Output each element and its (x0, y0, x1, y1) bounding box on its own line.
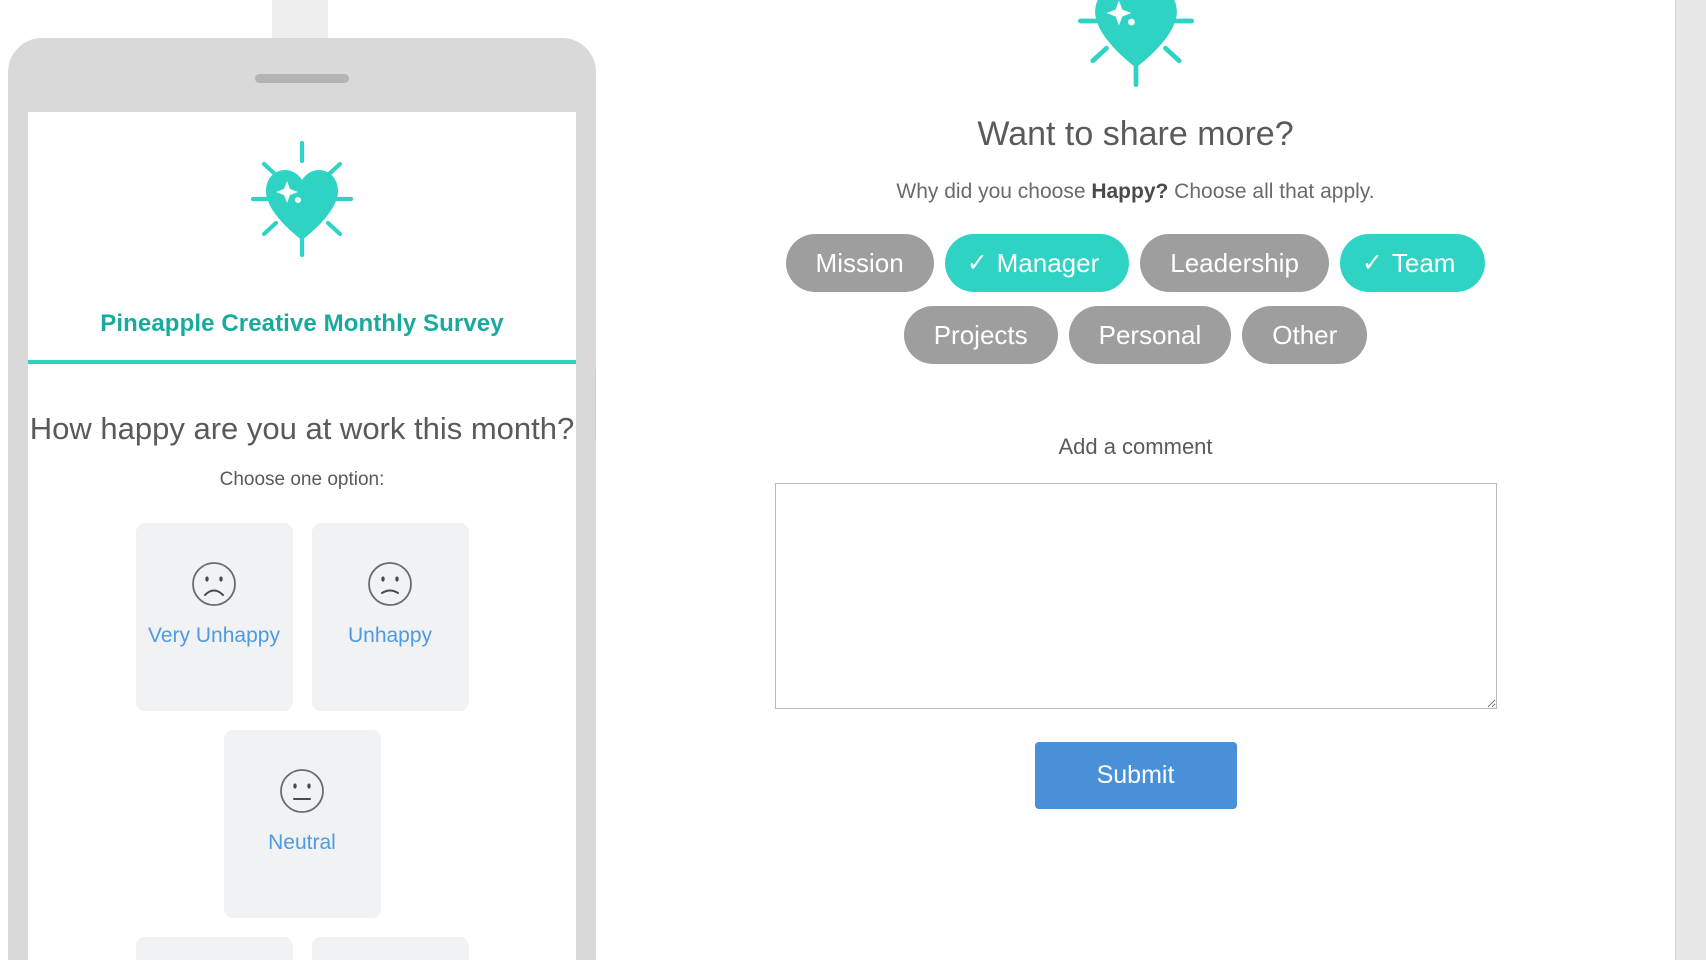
reason-pill-label: Projects (933, 319, 1028, 350)
reason-pill-row-2: Projects Personal Other (903, 306, 1368, 364)
reason-pill-projects[interactable]: Projects (903, 306, 1058, 364)
reason-pill-leadership[interactable]: Leadership (1140, 234, 1329, 292)
phone-speaker-icon (255, 74, 349, 83)
phone-mockup: Pineapple Creative Monthly Survey How ha… (8, 38, 601, 960)
reason-pill-label: Personal (1098, 319, 1202, 350)
survey-question: How happy are you at work this month? (29, 411, 575, 446)
mood-option-unhappy[interactable]: Unhappy (311, 522, 469, 711)
reason-pill-personal[interactable]: Personal (1068, 306, 1232, 364)
comment-label: Add a comment (1058, 434, 1213, 459)
panel-sub-after: Choose all that apply. (1168, 180, 1375, 203)
reason-pill-label: Leadership (1170, 247, 1299, 278)
screen-root: Pineapple Creative Monthly Survey How ha… (0, 0, 1706, 960)
mood-option-neutral[interactable]: Neutral (223, 729, 381, 918)
reason-pill-team[interactable]: ✓ Team (1339, 234, 1486, 292)
reason-pill-label: Mission (815, 247, 904, 278)
reason-pill-label: Other (1272, 319, 1338, 350)
panel-subheading: Why did you choose Happy? Choose all tha… (896, 180, 1374, 204)
sparkling-heart-icon (250, 140, 354, 258)
comment-input[interactable] (774, 483, 1497, 709)
mood-option-happy[interactable]: Happy (135, 936, 293, 960)
phone-screen: Pineapple Creative Monthly Survey How ha… (28, 112, 576, 960)
unhappy-face-icon (368, 561, 412, 606)
phone-logo-wrap (28, 140, 576, 258)
page-scrollbar[interactable] (1675, 0, 1706, 960)
mood-option-very-happy[interactable]: Very Happy (311, 936, 469, 960)
reason-pill-manager[interactable]: ✓ Manager (944, 234, 1130, 292)
mood-option-row-2: Happy Very Happy (28, 936, 576, 960)
panel-sub-before: Why did you choose (896, 180, 1092, 203)
share-more-panel: Want to share more? Why did you choose H… (596, 0, 1675, 960)
panel-heading: Want to share more? (977, 115, 1294, 153)
survey-question-hint: Choose one option: (219, 468, 385, 490)
reason-pill-row-1: Mission ✓ Manager Leadership ✓ Team (785, 234, 1486, 292)
reason-pill-mission[interactable]: Mission (785, 234, 934, 292)
neutral-face-icon (280, 768, 324, 813)
reason-pill-other[interactable]: Other (1242, 306, 1368, 364)
very-unhappy-face-icon (192, 561, 236, 606)
check-icon: ✓ (1361, 248, 1383, 277)
reason-pill-label: Team (1391, 247, 1456, 278)
mood-option-very-unhappy[interactable]: Very Unhappy (135, 522, 293, 711)
check-icon: ✓ (966, 248, 988, 277)
panel-logo-wrap (1061, 0, 1211, 93)
submit-button[interactable]: Submit (1034, 742, 1237, 809)
brand-divider (28, 360, 576, 364)
mood-option-label: Very Unhappy (148, 623, 280, 647)
mood-option-label: Neutral (268, 830, 336, 854)
sparkling-heart-icon (1077, 0, 1194, 87)
brand-title: Pineapple Creative Monthly Survey (100, 310, 504, 337)
mood-option-row-1: Very Unhappy Unhappy Neutral (28, 522, 576, 918)
mood-option-label: Unhappy (347, 623, 433, 647)
reason-pill-label: Manager (996, 247, 1100, 278)
panel-sub-mood: Happy? (1091, 180, 1169, 203)
